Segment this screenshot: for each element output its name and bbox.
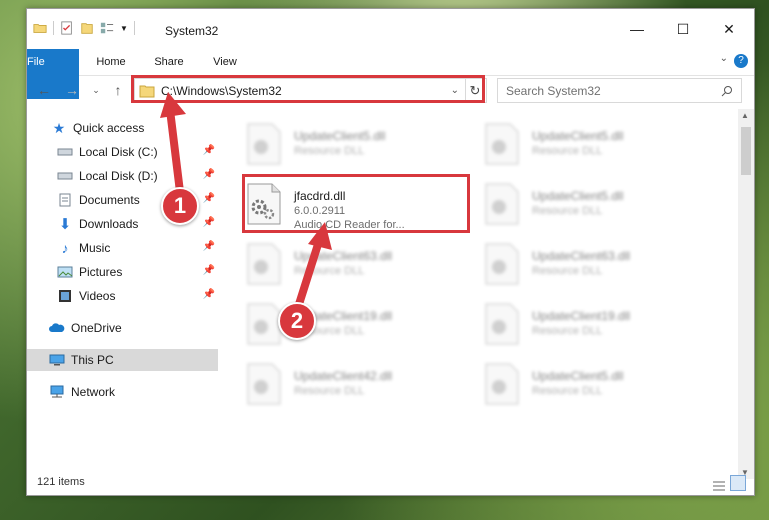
arrow-2-head xyxy=(308,222,332,250)
annotation-arrows xyxy=(160,92,332,324)
arrow-1-head xyxy=(160,92,186,118)
callout-2: 2 xyxy=(278,302,316,340)
callout-1: 1 xyxy=(161,187,199,225)
